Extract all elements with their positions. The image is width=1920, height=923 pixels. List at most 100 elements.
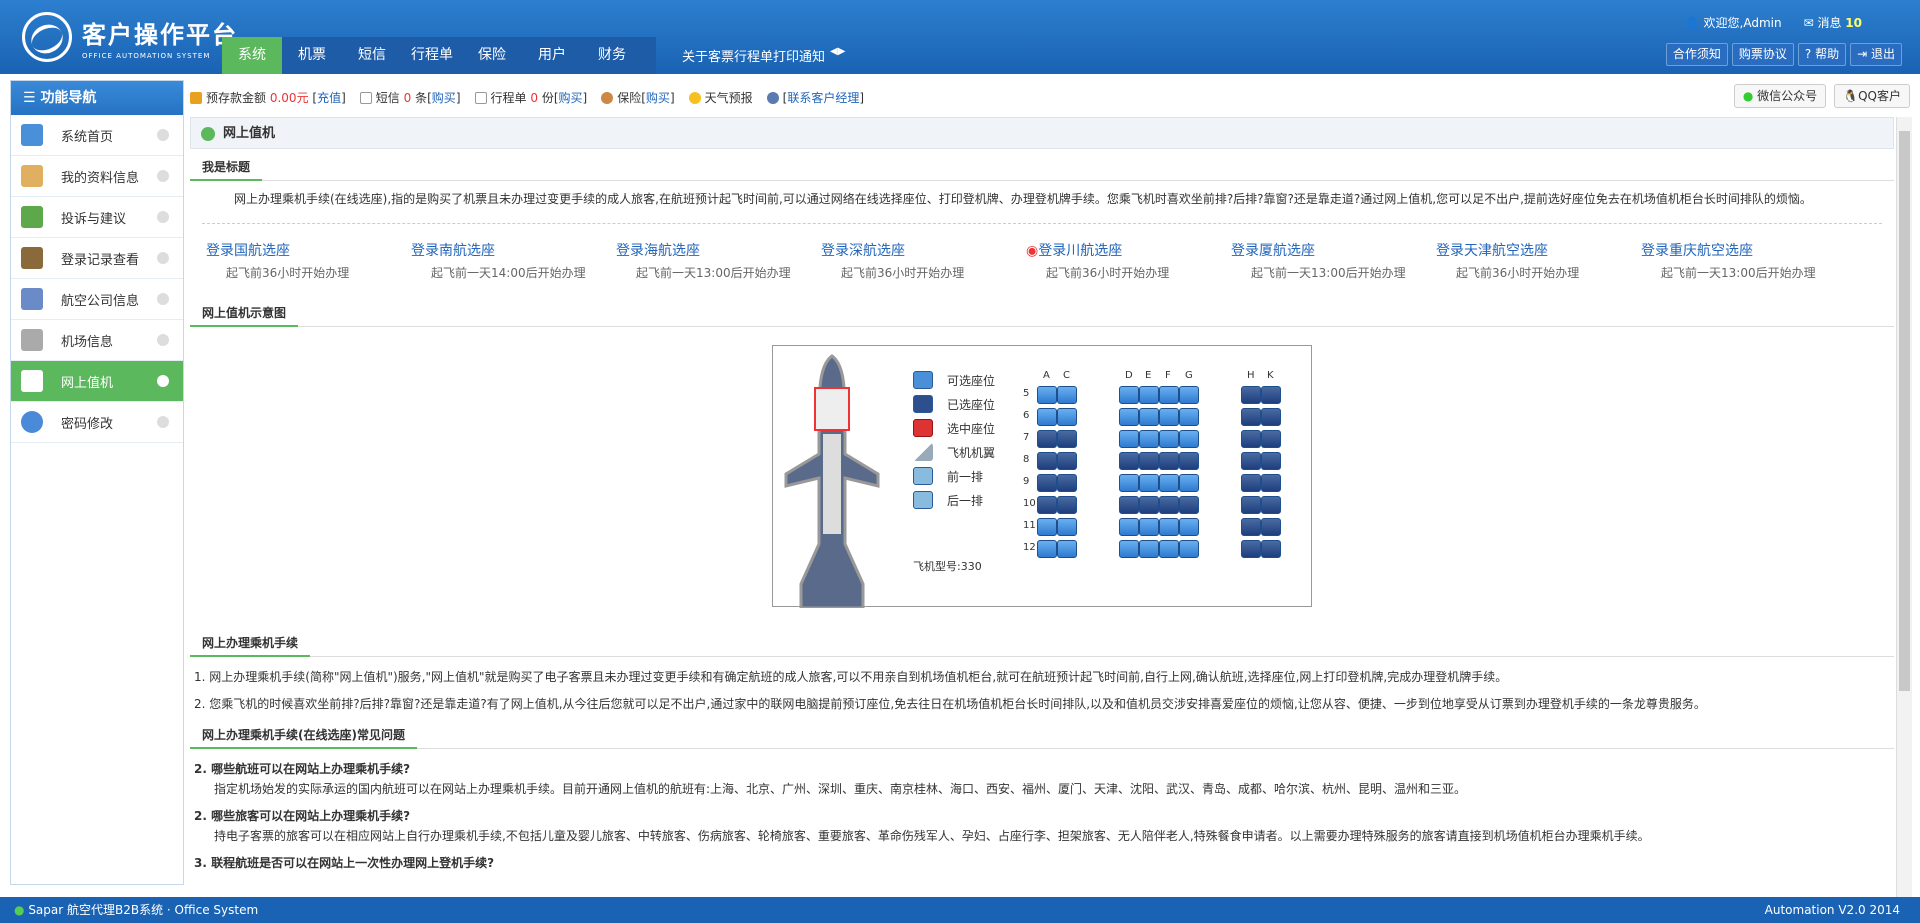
sidebar-item-home[interactable]: 系统首页 bbox=[11, 115, 183, 156]
seat[interactable] bbox=[1057, 518, 1077, 536]
seat[interactable] bbox=[1179, 408, 1199, 426]
seat[interactable] bbox=[1139, 452, 1159, 470]
nav-finance[interactable]: 财务 bbox=[582, 37, 642, 74]
agreement-button[interactable]: 购票协议 bbox=[1731, 43, 1794, 66]
seat[interactable] bbox=[1159, 408, 1179, 426]
seat[interactable] bbox=[1037, 408, 1057, 426]
airline-link[interactable]: 登录南航选座 bbox=[411, 240, 616, 260]
seat[interactable] bbox=[1159, 540, 1179, 558]
sidebar-item-checkin[interactable]: 网上值机 bbox=[11, 361, 183, 402]
scroll-thumb[interactable] bbox=[1899, 131, 1910, 691]
sidebar-item-profile[interactable]: 我的资料信息 bbox=[11, 156, 183, 197]
scrollbar[interactable] bbox=[1896, 117, 1912, 897]
sidebar-item-password[interactable]: 密码修改 bbox=[11, 402, 183, 443]
seat[interactable] bbox=[1139, 386, 1159, 404]
seat[interactable] bbox=[1179, 496, 1199, 514]
sidebar-item-feedback[interactable]: 投诉与建议 bbox=[11, 197, 183, 238]
seat[interactable] bbox=[1057, 496, 1077, 514]
seat[interactable] bbox=[1179, 386, 1199, 404]
sidebar-item-airports[interactable]: 机场信息 bbox=[11, 320, 183, 361]
seat[interactable] bbox=[1241, 474, 1261, 492]
seat[interactable] bbox=[1119, 518, 1139, 536]
seat[interactable] bbox=[1037, 430, 1057, 448]
seat[interactable] bbox=[1139, 540, 1159, 558]
seat[interactable] bbox=[1037, 386, 1057, 404]
seat[interactable] bbox=[1037, 474, 1057, 492]
airline-link[interactable]: 登录国航选座 bbox=[206, 240, 411, 260]
nav-itinerary[interactable]: 行程单 bbox=[402, 37, 462, 74]
seat[interactable] bbox=[1139, 518, 1159, 536]
seat[interactable] bbox=[1179, 518, 1199, 536]
seat[interactable] bbox=[1159, 496, 1179, 514]
seat[interactable] bbox=[1241, 408, 1261, 426]
seat[interactable] bbox=[1261, 430, 1281, 448]
notice-ticker[interactable]: 关于客票行程单打印通知 bbox=[682, 46, 825, 65]
seat[interactable] bbox=[1119, 496, 1139, 514]
seat[interactable] bbox=[1057, 408, 1077, 426]
seat[interactable] bbox=[1261, 474, 1281, 492]
notice-arrows-icon[interactable]: ◀▶ bbox=[830, 46, 845, 57]
nav-sms[interactable]: 短信 bbox=[342, 37, 402, 74]
seat[interactable] bbox=[1179, 430, 1199, 448]
seat[interactable] bbox=[1241, 540, 1261, 558]
airline-link[interactable]: 登录海航选座 bbox=[616, 240, 821, 260]
seat[interactable] bbox=[1119, 408, 1139, 426]
seat[interactable] bbox=[1037, 452, 1057, 470]
seat[interactable] bbox=[1261, 496, 1281, 514]
seat[interactable] bbox=[1119, 540, 1139, 558]
seat[interactable] bbox=[1057, 474, 1077, 492]
seat[interactable] bbox=[1261, 408, 1281, 426]
buy-sms-link[interactable]: 购买 bbox=[432, 91, 456, 105]
seat[interactable] bbox=[1057, 452, 1077, 470]
nav-tickets[interactable]: 机票 bbox=[282, 37, 342, 74]
seat[interactable] bbox=[1139, 474, 1159, 492]
seat[interactable] bbox=[1159, 430, 1179, 448]
airline-link[interactable]: ◉登录川航选座 bbox=[1026, 240, 1231, 260]
seat[interactable] bbox=[1159, 452, 1179, 470]
seat[interactable] bbox=[1261, 540, 1281, 558]
seat[interactable] bbox=[1159, 474, 1179, 492]
qq-button[interactable]: 🐧QQ客户 bbox=[1834, 84, 1910, 108]
seat[interactable] bbox=[1241, 430, 1261, 448]
seat[interactable] bbox=[1261, 452, 1281, 470]
seat[interactable] bbox=[1241, 518, 1261, 536]
airline-link[interactable]: 登录天津航空选座 bbox=[1436, 240, 1641, 260]
seat[interactable] bbox=[1159, 386, 1179, 404]
seat[interactable] bbox=[1261, 518, 1281, 536]
seat[interactable] bbox=[1179, 540, 1199, 558]
seat[interactable] bbox=[1119, 430, 1139, 448]
recharge-link[interactable]: 充值 bbox=[317, 91, 341, 105]
seat[interactable] bbox=[1159, 518, 1179, 536]
seat[interactable] bbox=[1057, 540, 1077, 558]
seat[interactable] bbox=[1241, 386, 1261, 404]
seat[interactable] bbox=[1037, 496, 1057, 514]
sidebar-item-airlines[interactable]: 航空公司信息 bbox=[11, 279, 183, 320]
seat[interactable] bbox=[1119, 452, 1139, 470]
logout-button[interactable]: ⇥ 退出 bbox=[1850, 43, 1902, 66]
seat[interactable] bbox=[1139, 430, 1159, 448]
seat[interactable] bbox=[1119, 474, 1139, 492]
buy-itinerary-link[interactable]: 购买 bbox=[559, 91, 583, 105]
seat[interactable] bbox=[1241, 496, 1261, 514]
sidebar-item-login-records[interactable]: 登录记录查看 bbox=[11, 238, 183, 279]
weather-link[interactable]: 天气预报 bbox=[688, 89, 753, 106]
seat[interactable] bbox=[1057, 386, 1077, 404]
messages-link[interactable]: ✉ 消息 10 bbox=[1804, 14, 1862, 31]
nav-insurance[interactable]: 保险 bbox=[462, 37, 522, 74]
help-button[interactable]: ? 帮助 bbox=[1797, 43, 1847, 66]
seat[interactable] bbox=[1261, 386, 1281, 404]
seat[interactable] bbox=[1179, 474, 1199, 492]
seat[interactable] bbox=[1179, 452, 1199, 470]
seat[interactable] bbox=[1057, 430, 1077, 448]
contact-manager-link[interactable]: 联系客户经理 bbox=[787, 91, 859, 105]
seat[interactable] bbox=[1119, 386, 1139, 404]
seat[interactable] bbox=[1037, 540, 1057, 558]
seat[interactable] bbox=[1139, 496, 1159, 514]
seat[interactable] bbox=[1037, 518, 1057, 536]
seat[interactable] bbox=[1241, 452, 1261, 470]
airline-link[interactable]: 登录重庆航空选座 bbox=[1641, 240, 1846, 260]
nav-users[interactable]: 用户 bbox=[522, 37, 582, 74]
cooperation-button[interactable]: 合作须知 bbox=[1665, 43, 1728, 66]
airline-link[interactable]: 登录深航选座 bbox=[821, 240, 1026, 260]
wechat-button[interactable]: ● 微信公众号 bbox=[1733, 84, 1827, 108]
